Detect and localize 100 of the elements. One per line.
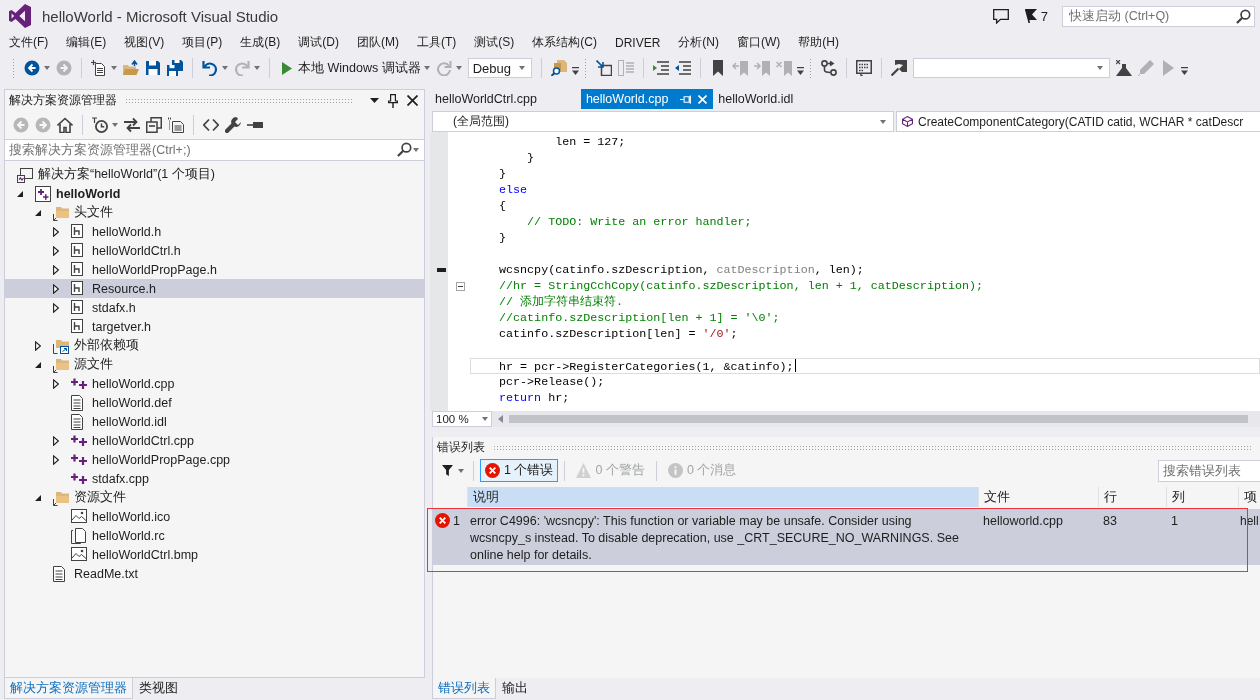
dropdown-arrow-icon[interactable]	[370, 98, 379, 103]
tree-item[interactable]: helloWorldCtrl.h	[5, 241, 424, 260]
open-folder-icon[interactable]	[123, 60, 139, 76]
tree-item[interactable]: helloWorld.def	[5, 393, 424, 412]
column-header[interactable]: 列	[1166, 487, 1238, 507]
speech-bubble-icon[interactable]	[992, 8, 1009, 24]
panel-tab[interactable]: 解决方案资源管理器	[4, 678, 133, 699]
back-arrow-icon[interactable]	[24, 60, 40, 76]
undo-arrow-icon[interactable]	[202, 60, 218, 76]
menu-item[interactable]: 文件(F)	[0, 32, 58, 53]
panel-tab[interactable]: 类视图	[133, 678, 184, 699]
floppy-disks-icon[interactable]	[167, 60, 183, 76]
branch-icon[interactable]	[820, 60, 837, 76]
document-tab[interactable]: helloWorldCtrl.cpp	[430, 89, 581, 109]
collapsed-arrow-icon[interactable]	[53, 454, 59, 465]
collapsed-arrow-icon[interactable]	[53, 283, 59, 294]
flask-icon[interactable]	[1115, 60, 1132, 76]
grip-handle-icon[interactable]	[12, 58, 16, 78]
caret-icon[interactable]	[518, 66, 525, 70]
tree-item[interactable]: Resource.h	[5, 279, 424, 298]
attach-arrow-icon[interactable]	[890, 60, 907, 76]
collapsed-arrow-icon[interactable]	[53, 435, 59, 446]
column-header[interactable]: 文件	[978, 487, 1098, 507]
tree-item[interactable]: helloWorldCtrl.cpp	[5, 431, 424, 450]
menu-item[interactable]: 测试(S)	[465, 32, 524, 53]
collapse-box-icon[interactable]	[456, 281, 465, 291]
tree-item[interactable]: stdafx.cpp	[5, 469, 424, 488]
overflow-caret-icon[interactable]	[796, 67, 804, 75]
caret-icon[interactable]	[222, 66, 228, 70]
menu-item[interactable]: 生成(B)	[231, 32, 290, 53]
menu-item[interactable]: 项目(P)	[173, 32, 232, 53]
pin-icon[interactable]	[388, 93, 398, 108]
outdent-lines-icon[interactable]	[674, 60, 691, 76]
tree-item[interactable]: 解决方案“helloWorld”(1 个项目)	[5, 165, 424, 184]
folder-search-icon[interactable]	[550, 60, 567, 76]
wrench-icon[interactable]	[225, 117, 241, 133]
quick-launch-field[interactable]: 快速启动 (Ctrl+Q)	[1062, 5, 1255, 27]
list-window-icon[interactable]	[855, 60, 872, 76]
notifications-button[interactable]: 7	[1024, 8, 1048, 24]
indent-lines-icon[interactable]	[652, 60, 669, 76]
caret-icon[interactable]	[1096, 66, 1103, 70]
filter-toggle-button[interactable]: 1 个错误	[480, 459, 559, 482]
collapsed-arrow-icon[interactable]	[53, 245, 59, 256]
tree-item[interactable]: helloWorld	[5, 184, 424, 203]
tree-item[interactable]: helloWorld.ico	[5, 507, 424, 526]
expanded-arrow-icon[interactable]	[35, 494, 41, 501]
column-header[interactable]: 说明	[467, 487, 978, 507]
menu-item[interactable]: 工具(T)	[408, 32, 466, 53]
caret-icon[interactable]	[458, 468, 464, 473]
tree-item[interactable]: helloWorld.cpp	[5, 374, 424, 393]
tree-item[interactable]: 外部依赖项	[5, 336, 424, 355]
search-field[interactable]: 搜索解决方案资源管理器(Ctrl+;)	[5, 139, 424, 161]
caret-icon[interactable]	[423, 66, 430, 70]
tree-item[interactable]: helloWorldPropPage.h	[5, 260, 424, 279]
caret-icon[interactable]	[44, 66, 50, 70]
filter-icon[interactable]	[442, 465, 453, 476]
start-debugging-button[interactable]: 本地 Windows 调试器	[282, 57, 421, 79]
caret-icon[interactable]	[111, 66, 117, 70]
collapsed-arrow-icon[interactable]	[53, 302, 59, 313]
tree-item[interactable]: ReadMe.txt	[5, 564, 424, 583]
scope-dropdown[interactable]: (全局范围)	[432, 111, 894, 132]
tree-item[interactable]: 源文件	[5, 355, 424, 374]
menu-item[interactable]: 帮助(H)	[789, 32, 848, 53]
tree-item[interactable]: helloWorld.rc	[5, 526, 424, 545]
menu-item[interactable]: DRIVER	[606, 32, 670, 53]
expanded-arrow-icon[interactable]	[35, 361, 41, 368]
caret-icon[interactable]	[482, 417, 488, 421]
toolbar-dropdown[interactable]: Debug	[467, 58, 532, 78]
member-dropdown[interactable]: CreateComponentCategory(CATID catid, WCHAR * catDescr	[896, 111, 1260, 132]
expanded-arrow-icon[interactable]	[35, 209, 41, 216]
scroll-left-icon[interactable]	[498, 415, 503, 423]
tree-item[interactable]: helloWorldCtrl.bmp	[5, 545, 424, 564]
menu-item[interactable]: 窗口(W)	[728, 32, 790, 53]
collapsed-arrow-icon[interactable]	[35, 340, 41, 351]
box-arrow-icon[interactable]	[595, 60, 612, 76]
menu-item[interactable]: 体系结构(C)	[523, 32, 606, 53]
search-field[interactable]: 搜索错误列表	[1158, 459, 1260, 482]
code-brackets-icon[interactable]	[203, 117, 219, 133]
tree-item[interactable]: 头文件	[5, 203, 424, 222]
stacked-windows-icon[interactable]	[146, 117, 162, 133]
menu-item[interactable]: 视图(V)	[115, 32, 174, 53]
new-file-icon[interactable]	[91, 60, 107, 76]
home-icon[interactable]	[57, 117, 73, 133]
column-header[interactable]: 项	[1238, 487, 1260, 507]
tree-item[interactable]: helloWorld.h	[5, 222, 424, 241]
panel-tab[interactable]: 错误列表	[432, 678, 496, 699]
panel-tab[interactable]: 输出	[496, 678, 534, 699]
tree-item[interactable]: 资源文件	[5, 488, 424, 507]
tree-item[interactable]: helloWorldPropPage.cpp	[5, 450, 424, 469]
swap-arrows-icon[interactable]	[124, 117, 140, 133]
close-icon[interactable]	[407, 95, 418, 106]
caret-icon[interactable]	[112, 123, 118, 127]
tree-item[interactable]: helloWorld.idl	[5, 412, 424, 431]
menu-item[interactable]: 团队(M)	[348, 32, 408, 53]
scrollbar-thumb[interactable]	[509, 415, 1248, 423]
clock-icon[interactable]	[92, 117, 108, 133]
search-icon[interactable]	[1236, 8, 1251, 24]
collapsed-arrow-icon[interactable]	[53, 226, 59, 237]
expanded-arrow-icon[interactable]	[17, 190, 23, 197]
menu-item[interactable]: 分析(N)	[669, 32, 728, 53]
